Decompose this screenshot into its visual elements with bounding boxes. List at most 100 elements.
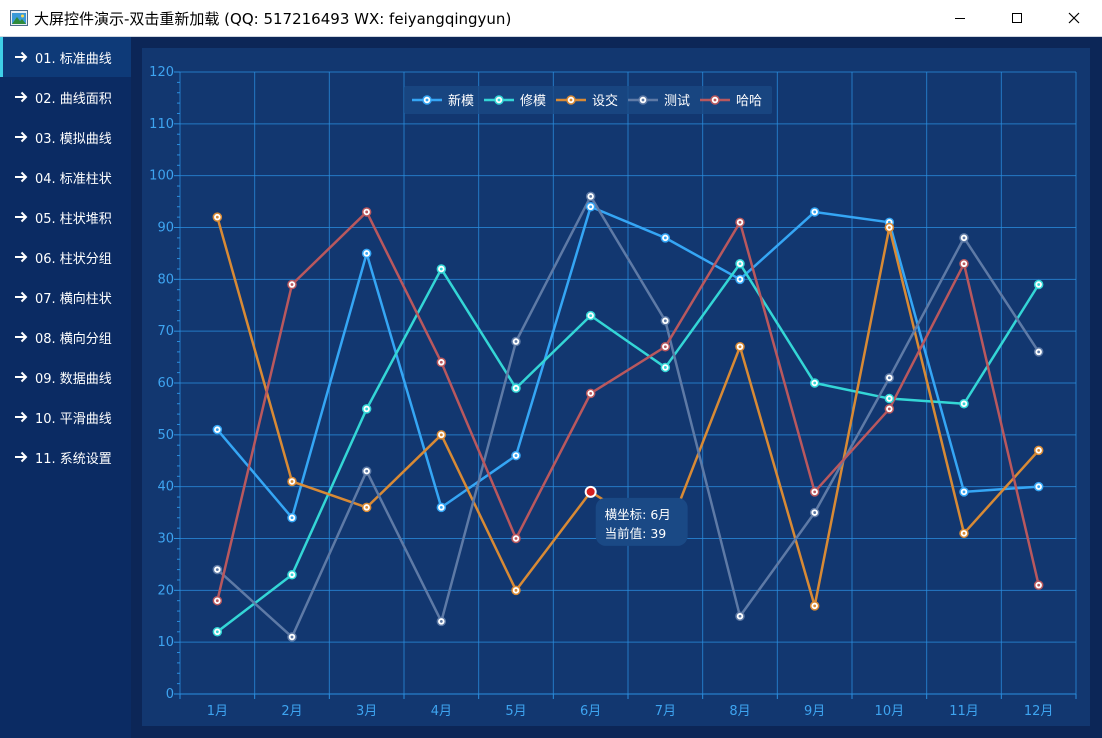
arrow-right-icon [15, 371, 28, 383]
data-point-core [887, 407, 891, 411]
y-tick-label: 40 [157, 480, 174, 495]
y-tick-label: 110 [149, 117, 174, 132]
data-point-core [365, 407, 369, 411]
data-point-core [663, 345, 667, 349]
legend-swatch-core [425, 98, 429, 102]
data-point-core [738, 614, 742, 618]
line-chart[interactable]: 0 10 20 30 40 50 60 70 80 90 100 110 120 1月 2月 3月 4月 5月 6月… [142, 48, 1090, 726]
data-point-core [290, 516, 294, 520]
tooltip-text: 横坐标: 6月 [605, 507, 671, 522]
data-point-core [215, 630, 219, 634]
data-point-core [215, 215, 219, 219]
close-button[interactable] [1045, 0, 1102, 36]
arrow-right-icon [15, 291, 28, 303]
y-tick-label: 60 [157, 376, 174, 391]
data-point-core [215, 428, 219, 432]
y-tick-label: 90 [157, 221, 174, 236]
sidebar-item-label: 08. 横向分组 [35, 331, 112, 347]
sidebar-item[interactable]: 03. 模拟曲线 [0, 117, 131, 157]
sidebar-item-label: 06. 柱状分组 [35, 251, 112, 267]
legend-swatch-core [569, 98, 573, 102]
data-point-core [439, 360, 443, 364]
data-point-core [514, 340, 518, 343]
y-tick-label: 120 [149, 65, 174, 80]
data-point-core [439, 267, 443, 271]
maximize-button[interactable] [988, 0, 1045, 36]
title-bar: 大屏控件演示-双击重新加载 (QQ: 517216493 WX: feiyang… [0, 0, 1102, 37]
arrow-right-icon [15, 131, 28, 143]
sidebar-item[interactable]: 02. 曲线面积 [0, 77, 131, 117]
sidebar-item[interactable]: 11. 系统设置 [0, 437, 131, 477]
data-point-core [887, 397, 891, 400]
x-tick-label: 10月 [875, 704, 905, 719]
data-point-core [813, 604, 817, 608]
data-point-core [738, 345, 742, 349]
x-tick-label: 2月 [281, 704, 302, 719]
highlight-point [586, 487, 595, 496]
app-icon [10, 10, 28, 26]
x-tick-label: 6月 [580, 704, 601, 719]
x-tick-label: 12月 [1024, 704, 1054, 719]
data-point-core [215, 599, 219, 603]
data-point-core [365, 469, 369, 473]
arrow-right-icon [15, 451, 28, 463]
data-point-core [589, 391, 593, 395]
arrow-right-icon [15, 51, 28, 63]
legend-label: 哈哈 [736, 94, 762, 109]
data-point-core [663, 319, 667, 323]
data-point-core [813, 210, 817, 214]
tooltip-text: 当前值: 39 [605, 526, 667, 541]
data-point-core [589, 314, 593, 318]
y-tick-label: 50 [157, 428, 174, 443]
data-point-core [514, 588, 518, 592]
sidebar-item[interactable]: 06. 柱状分组 [0, 237, 131, 277]
legend-label: 修模 [520, 94, 546, 109]
arrow-right-icon [15, 171, 28, 183]
data-point-core [813, 381, 817, 385]
legend-swatch-core [713, 98, 717, 102]
minimize-button[interactable] [931, 0, 988, 36]
minimize-icon [954, 18, 965, 19]
sidebar-item[interactable]: 08. 横向分组 [0, 317, 131, 357]
sidebar-item[interactable]: 04. 标准柱状 [0, 157, 131, 197]
data-point-core [514, 537, 518, 540]
data-point-core [962, 236, 966, 240]
data-point-core [439, 620, 443, 623]
y-tick-label: 20 [157, 583, 174, 598]
data-point-core [439, 506, 443, 509]
data-point-core [365, 252, 369, 255]
y-tick-label: 10 [157, 635, 174, 650]
data-point-core [215, 568, 219, 571]
data-point-core [290, 573, 294, 577]
sidebar-item-label: 02. 曲线面积 [35, 91, 112, 107]
sidebar-item[interactable]: 10. 平滑曲线 [0, 397, 131, 437]
data-point-core [962, 262, 966, 266]
close-icon [1068, 12, 1079, 24]
y-tick-label: 0 [166, 687, 174, 702]
y-tick-label: 80 [157, 272, 174, 287]
data-point-core [1037, 448, 1041, 452]
legend-label: 新模 [448, 93, 474, 109]
sidebar-item-label: 10. 平滑曲线 [35, 411, 112, 427]
data-point-core [962, 402, 966, 406]
data-point-core [962, 490, 966, 494]
arrow-right-icon [15, 251, 28, 263]
data-point-core [589, 195, 593, 198]
sidebar-item-label: 09. 数据曲线 [35, 371, 112, 387]
sidebar-item-label: 05. 柱状堆积 [35, 211, 112, 227]
sidebar-item[interactable]: 01. 标准曲线 [0, 37, 131, 77]
x-tick-label: 7月 [655, 704, 676, 719]
sidebar-item[interactable]: 07. 横向柱状 [0, 277, 131, 317]
data-point-core [365, 210, 369, 214]
sidebar-item[interactable]: 09. 数据曲线 [0, 357, 131, 397]
x-tick-label: 4月 [431, 704, 452, 719]
sidebar-item[interactable]: 05. 柱状堆积 [0, 197, 131, 237]
legend-label: 测试 [664, 94, 690, 109]
legend-label: 设交 [592, 93, 618, 109]
data-point-core [887, 376, 891, 380]
data-point-core [813, 511, 817, 514]
data-point-core [738, 220, 742, 224]
data-point-core [1037, 485, 1041, 489]
data-point-core [1037, 283, 1041, 286]
data-point-core [290, 283, 294, 286]
